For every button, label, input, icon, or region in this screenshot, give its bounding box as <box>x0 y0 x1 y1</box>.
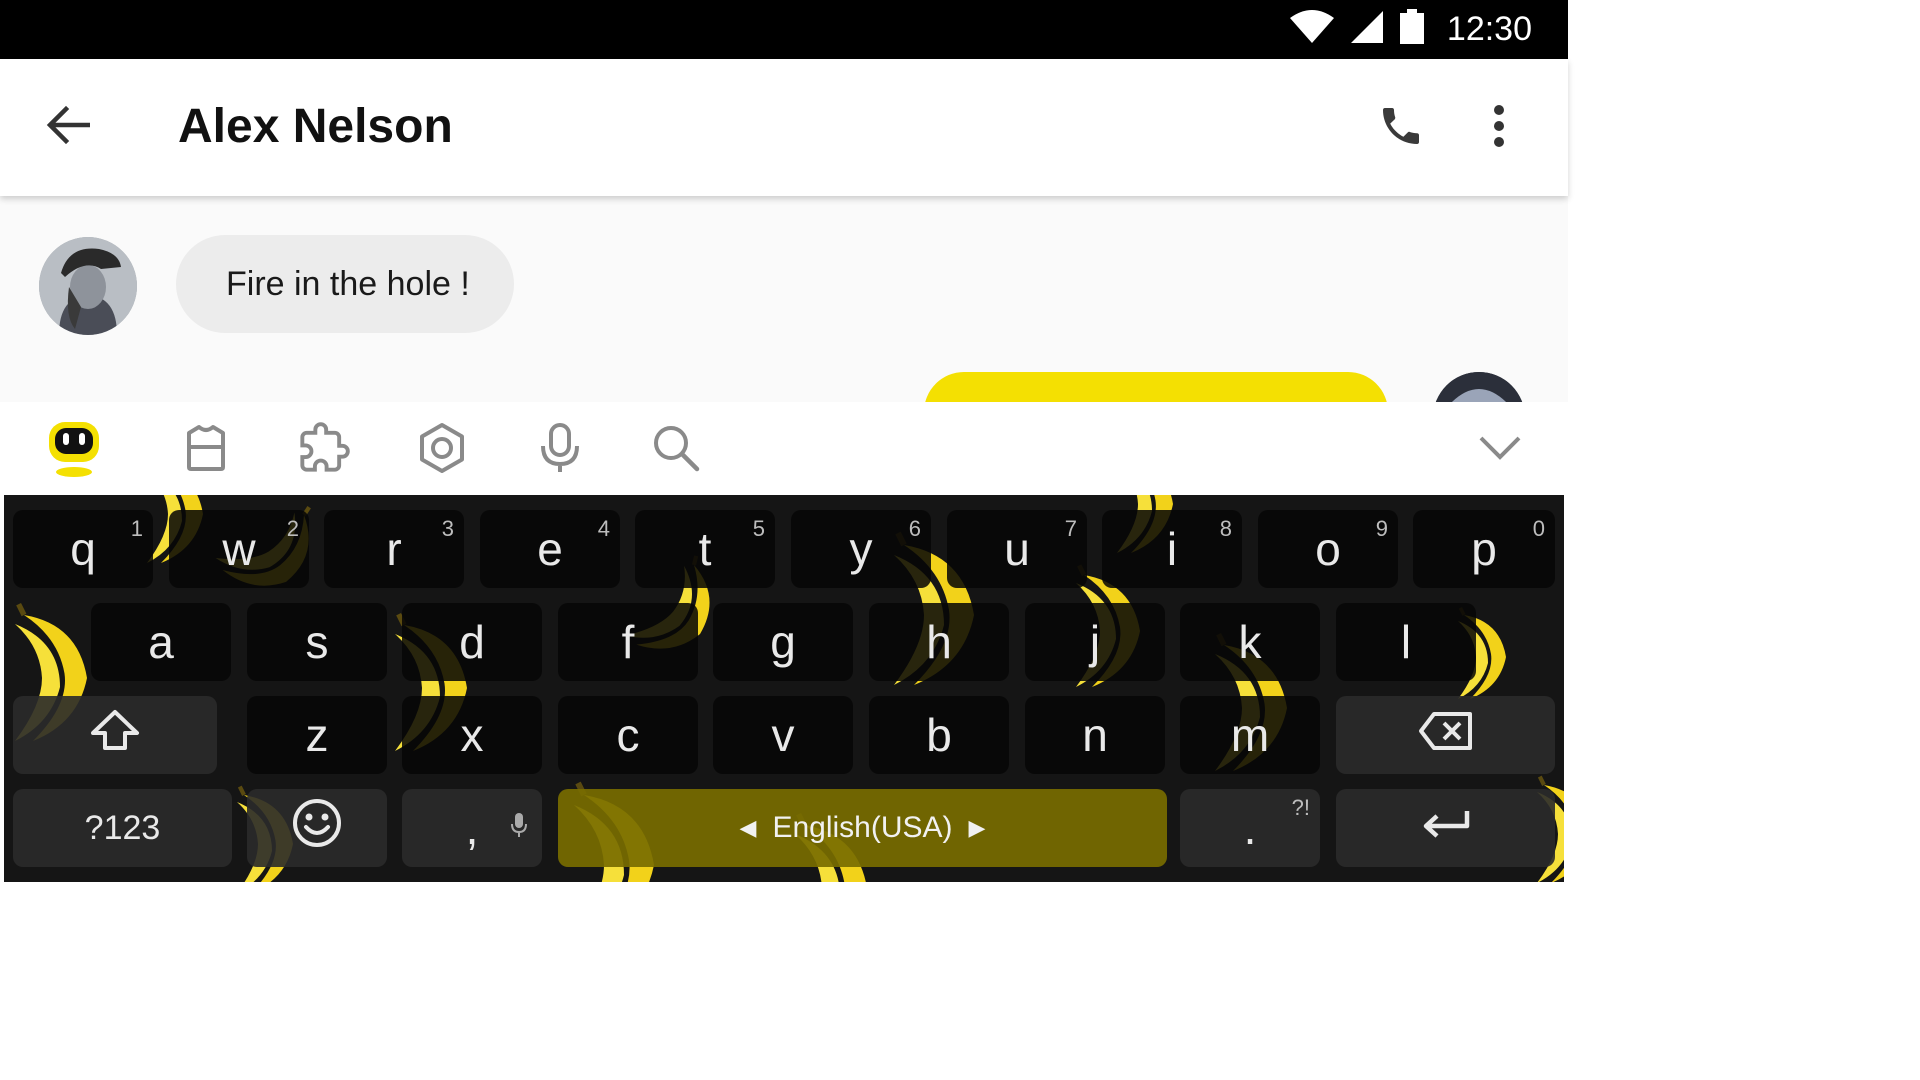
key-e[interactable]: e4 <box>480 510 620 588</box>
key-o[interactable]: o9 <box>1258 510 1398 588</box>
next-language-icon: ▶ <box>968 815 986 840</box>
keyboard: q1 w2 r3 e4 t5 y6 u7 i8 o9 p0 a s d f g … <box>4 495 1564 882</box>
previous-language-icon: ◀ <box>739 815 757 840</box>
back-arrow-icon <box>46 105 91 150</box>
key-p[interactable]: p0 <box>1413 510 1555 588</box>
key-a[interactable]: a <box>91 603 231 681</box>
conversation[interactable]: Fire in the hole ! <box>0 196 1568 402</box>
period-key[interactable]: . ?! <box>1180 789 1320 867</box>
key-n[interactable]: n <box>1025 696 1165 774</box>
language-label: English(USA) <box>772 811 953 844</box>
key-t[interactable]: t5 <box>635 510 775 588</box>
cellular-signal-icon <box>1349 10 1385 49</box>
extensions-puzzle-icon <box>298 421 350 479</box>
collapse-chevron-icon <box>1478 434 1522 467</box>
emoji-key[interactable] <box>247 789 387 867</box>
key-s[interactable]: s <box>247 603 387 681</box>
extensions-button[interactable] <box>294 420 354 480</box>
incoming-message-bubble[interactable]: Fire in the hole ! <box>176 235 514 333</box>
mic-hint-icon <box>510 795 528 849</box>
key-x[interactable]: x <box>402 696 542 774</box>
settings-button[interactable] <box>412 420 472 480</box>
keyboard-toolbar <box>0 402 1568 495</box>
key-y[interactable]: y6 <box>791 510 931 588</box>
search-button[interactable] <box>646 420 706 480</box>
key-w[interactable]: w2 <box>169 510 309 588</box>
contact-avatar[interactable] <box>39 237 137 335</box>
voice-input-button[interactable] <box>530 420 590 480</box>
assistant-robot-icon <box>45 418 103 483</box>
comma-key[interactable]: , <box>402 789 542 867</box>
back-button[interactable] <box>38 97 98 157</box>
user-avatar[interactable] <box>1433 372 1525 402</box>
backspace-icon <box>1418 708 1474 762</box>
microphone-icon <box>538 422 582 479</box>
theme-shirt-icon <box>181 423 231 478</box>
outgoing-message-bubble[interactable] <box>924 372 1388 402</box>
key-z[interactable]: z <box>247 696 387 774</box>
search-icon <box>651 423 701 478</box>
key-k[interactable]: k <box>1180 603 1320 681</box>
phone-icon <box>1377 102 1425 155</box>
key-c[interactable]: c <box>558 696 698 774</box>
spacebar[interactable]: ◀ English(USA) ▶ <box>558 789 1167 867</box>
shift-key[interactable] <box>13 696 217 774</box>
theme-button[interactable] <box>176 420 236 480</box>
key-g[interactable]: g <box>713 603 853 681</box>
more-options-button[interactable] <box>1474 97 1524 159</box>
collapse-keyboard-button[interactable] <box>1470 420 1530 480</box>
key-v[interactable]: v <box>713 696 853 774</box>
smiley-icon <box>291 797 343 860</box>
contact-name-title: Alex Nelson <box>178 100 453 153</box>
backspace-key[interactable] <box>1336 696 1555 774</box>
key-q[interactable]: q1 <box>13 510 153 588</box>
wifi-icon <box>1289 10 1335 49</box>
key-j[interactable]: j <box>1025 603 1165 681</box>
key-i[interactable]: i8 <box>1102 510 1242 588</box>
battery-icon <box>1399 9 1425 50</box>
enter-key[interactable] <box>1336 789 1555 867</box>
settings-hexagon-icon <box>416 422 468 479</box>
key-m[interactable]: m <box>1180 696 1320 774</box>
clock: 12:30 <box>1446 10 1532 48</box>
key-f[interactable]: f <box>558 603 698 681</box>
app-bar: Alex Nelson <box>0 59 1568 196</box>
key-b[interactable]: b <box>869 696 1009 774</box>
enter-return-icon <box>1421 801 1471 855</box>
key-u[interactable]: u7 <box>947 510 1087 588</box>
assistant-button[interactable] <box>44 420 104 480</box>
key-h[interactable]: h <box>869 603 1009 681</box>
message-text: Fire in the hole ! <box>226 264 470 303</box>
key-d[interactable]: d <box>402 603 542 681</box>
symbols-key[interactable]: ?123 <box>13 789 232 867</box>
key-l[interactable]: l <box>1336 603 1476 681</box>
call-button[interactable] <box>1370 97 1432 159</box>
more-vert-icon <box>1493 104 1505 153</box>
status-bar: 12:30 <box>0 0 1568 59</box>
shift-arrow-icon <box>90 708 140 762</box>
key-r[interactable]: r3 <box>324 510 464 588</box>
